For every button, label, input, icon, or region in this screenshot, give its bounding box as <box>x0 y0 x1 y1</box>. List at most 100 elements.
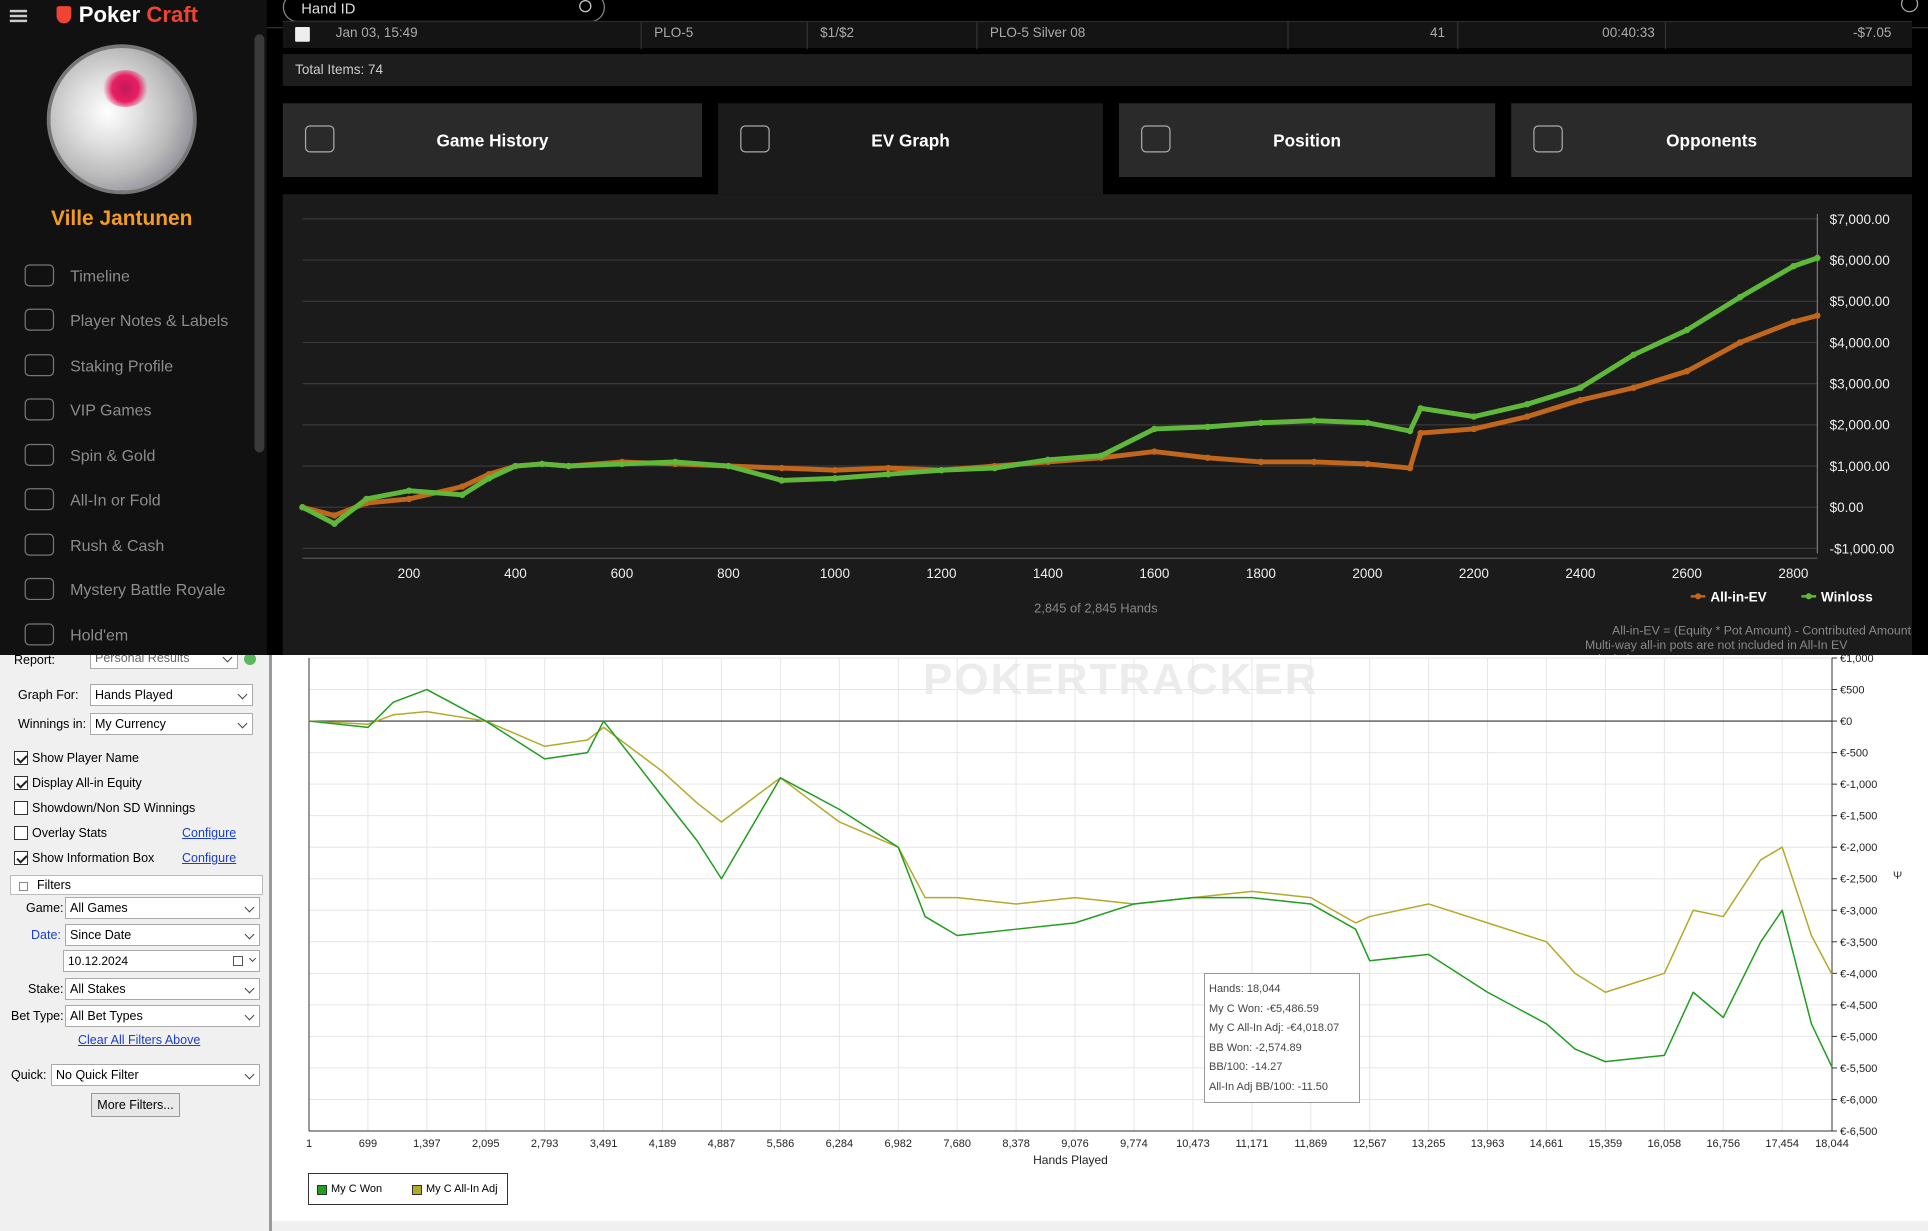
ev-point <box>1044 456 1052 464</box>
nav-timeline[interactable]: Timeline <box>24 263 130 288</box>
hand-id-search-input[interactable]: Hand ID <box>282 0 605 23</box>
pt-x-tick-label: 5,586 <box>767 1138 795 1150</box>
ev-x-tick-label: 600 <box>611 566 634 581</box>
ev-point <box>459 483 466 490</box>
winnings-value: My Currency <box>95 717 166 731</box>
nav-spin-gold[interactable]: Spin & Gold <box>24 443 156 468</box>
screenshot-root: Poker Craft Ville Jantunen Timeline Play… <box>0 0 1928 1231</box>
overlay-stats-checkbox[interactable] <box>14 826 28 840</box>
tab-opponents[interactable]: Opponents <box>1511 103 1913 178</box>
currency-symbol: Ψ <box>1893 870 1903 882</box>
calendar-icon[interactable] <box>233 956 243 966</box>
ev-point <box>1406 427 1414 435</box>
show-player-name-checkbox[interactable] <box>14 751 28 765</box>
graph-for-select[interactable]: Hands Played <box>90 684 253 706</box>
nav-label: Rush & Cash <box>70 535 165 554</box>
legend-label-adj: My C All-In Adj <box>426 1183 498 1195</box>
nav-player-notes[interactable]: Player Notes & Labels <box>24 307 229 332</box>
ev-point <box>778 477 785 484</box>
ev-graph-panel: $7,000.00 $6,000.00 $5,000.00 $4,000.00 $3,0… <box>282 194 1913 656</box>
table-row[interactable]: Jan 03, 15:49 PLO-5 $1/$2 PLO-5 Silver 0… <box>282 20 1913 50</box>
info-configure-link[interactable]: Configure <box>182 851 236 865</box>
ev-legend-marker <box>1695 593 1702 600</box>
cell-count: 41 <box>1430 25 1446 41</box>
pt-y-tick-label: €-3,500 <box>1840 937 1877 949</box>
ev-point <box>1577 384 1584 391</box>
ev-y-tick-label: $1,000.00 <box>1830 459 1890 474</box>
tip-bb-won: BB Won: -2,574.89 <box>1209 1041 1302 1054</box>
ev-x-tick-label: 400 <box>504 566 527 581</box>
pt-y-tick-label: €500 <box>1840 685 1864 697</box>
ev-y-tick-label: $3,000.00 <box>1830 377 1890 392</box>
nav-vip-games[interactable]: VIP Games <box>24 397 152 422</box>
row-checkbox[interactable] <box>295 27 310 42</box>
showdown-label: Showdown/Non SD Winnings <box>32 801 196 815</box>
nav-label: Player Notes & Labels <box>70 310 229 329</box>
show-info-box-label: Show Information Box <box>32 851 155 865</box>
ev-point <box>1151 425 1158 433</box>
tab-game-history[interactable]: Game History <box>282 103 703 178</box>
pt-x-tick-label: 7,680 <box>943 1138 971 1150</box>
devil-icon <box>1533 125 1563 153</box>
ev-point <box>884 464 892 472</box>
report-select[interactable]: Personal Results <box>90 655 238 669</box>
ev-point <box>1417 405 1424 412</box>
hamburger-menu-icon[interactable] <box>9 9 28 23</box>
pt-y-tick-label: €-4,000 <box>1840 968 1877 980</box>
search-icon[interactable] <box>579 0 592 13</box>
nav-label: VIP Games <box>70 400 152 419</box>
stake-select[interactable]: All Stakes <box>65 978 260 1000</box>
ev-point <box>1406 464 1414 472</box>
tip-allin-adj: My C All-In Adj: -€4,018.07 <box>1209 1022 1340 1034</box>
report-options-panel: Report: Personal Results Graph For: Hand… <box>0 655 272 1231</box>
nav-rush-cash[interactable]: Rush & Cash <box>24 532 165 557</box>
ev-point <box>1310 458 1318 466</box>
pt-x-tick-label: 15,359 <box>1589 1138 1623 1150</box>
ev-legend-marker <box>1805 593 1812 600</box>
tab-ev-graph[interactable]: EV Graph <box>718 103 1103 195</box>
avatar[interactable] <box>46 44 197 195</box>
ev-point <box>831 466 839 474</box>
filters-header[interactable]: Filters <box>10 875 263 895</box>
pokercraft-logo[interactable]: Poker Craft <box>56 2 198 28</box>
nav-staking-profile[interactable]: Staking Profile <box>24 353 174 378</box>
ev-point <box>459 491 466 499</box>
ev-point <box>1257 419 1265 426</box>
ev-point <box>485 475 493 482</box>
logo-poker: Poker <box>78 2 141 28</box>
nav-label: Hold'em <box>70 625 129 644</box>
pt-x-tick-label: 11,171 <box>1235 1138 1268 1150</box>
nav-mystery-battle-royale[interactable]: Mystery Battle Royale <box>24 577 226 602</box>
display-allin-checkbox[interactable] <box>14 776 28 790</box>
ev-point <box>331 520 338 527</box>
game-select[interactable]: All Games <box>65 897 260 919</box>
winnings-label: Winnings in: <box>18 717 87 731</box>
tab-position[interactable]: Position <box>1118 103 1496 178</box>
date-select[interactable]: Since Date <box>65 924 260 946</box>
stake-label: Stake: <box>28 982 64 996</box>
tip-hands: Hands: 18,044 <box>1209 983 1281 995</box>
sidebar-scrollbar[interactable] <box>254 34 265 453</box>
clear-filters-link[interactable]: Clear All Filters Above <box>78 1033 200 1047</box>
ev-point <box>1257 458 1265 466</box>
bettype-select[interactable]: All Bet Types <box>65 1005 260 1027</box>
showdown-checkbox[interactable] <box>14 801 28 815</box>
nav-label: All-In or Fold <box>70 489 161 509</box>
pt-x-tick-label: 6,284 <box>826 1138 854 1150</box>
overlay-configure-link[interactable]: Configure <box>182 826 236 840</box>
username: Ville Jantunen <box>51 206 193 230</box>
report-value: Personal Results <box>95 655 190 665</box>
ev-point <box>1683 368 1691 375</box>
date-input[interactable]: 10.12.2024 <box>63 950 260 972</box>
globe-icon[interactable] <box>1900 0 1919 13</box>
more-filters-button[interactable]: More Filters... <box>91 1093 180 1117</box>
nav-label: Spin & Gold <box>70 445 156 465</box>
nav-holdem[interactable]: Hold'em <box>24 622 129 647</box>
nav-all-in-or-fold[interactable]: All-In or Fold <box>24 487 161 512</box>
ev-x-tick-label: 1200 <box>926 566 956 581</box>
tab-label: Opponents <box>1666 130 1758 151</box>
winnings-select[interactable]: My Currency <box>90 713 253 735</box>
show-info-box-checkbox[interactable] <box>14 851 28 865</box>
pt-x-tick-label: 8,378 <box>1002 1138 1030 1150</box>
quick-filter-select[interactable]: No Quick Filter <box>51 1064 260 1086</box>
